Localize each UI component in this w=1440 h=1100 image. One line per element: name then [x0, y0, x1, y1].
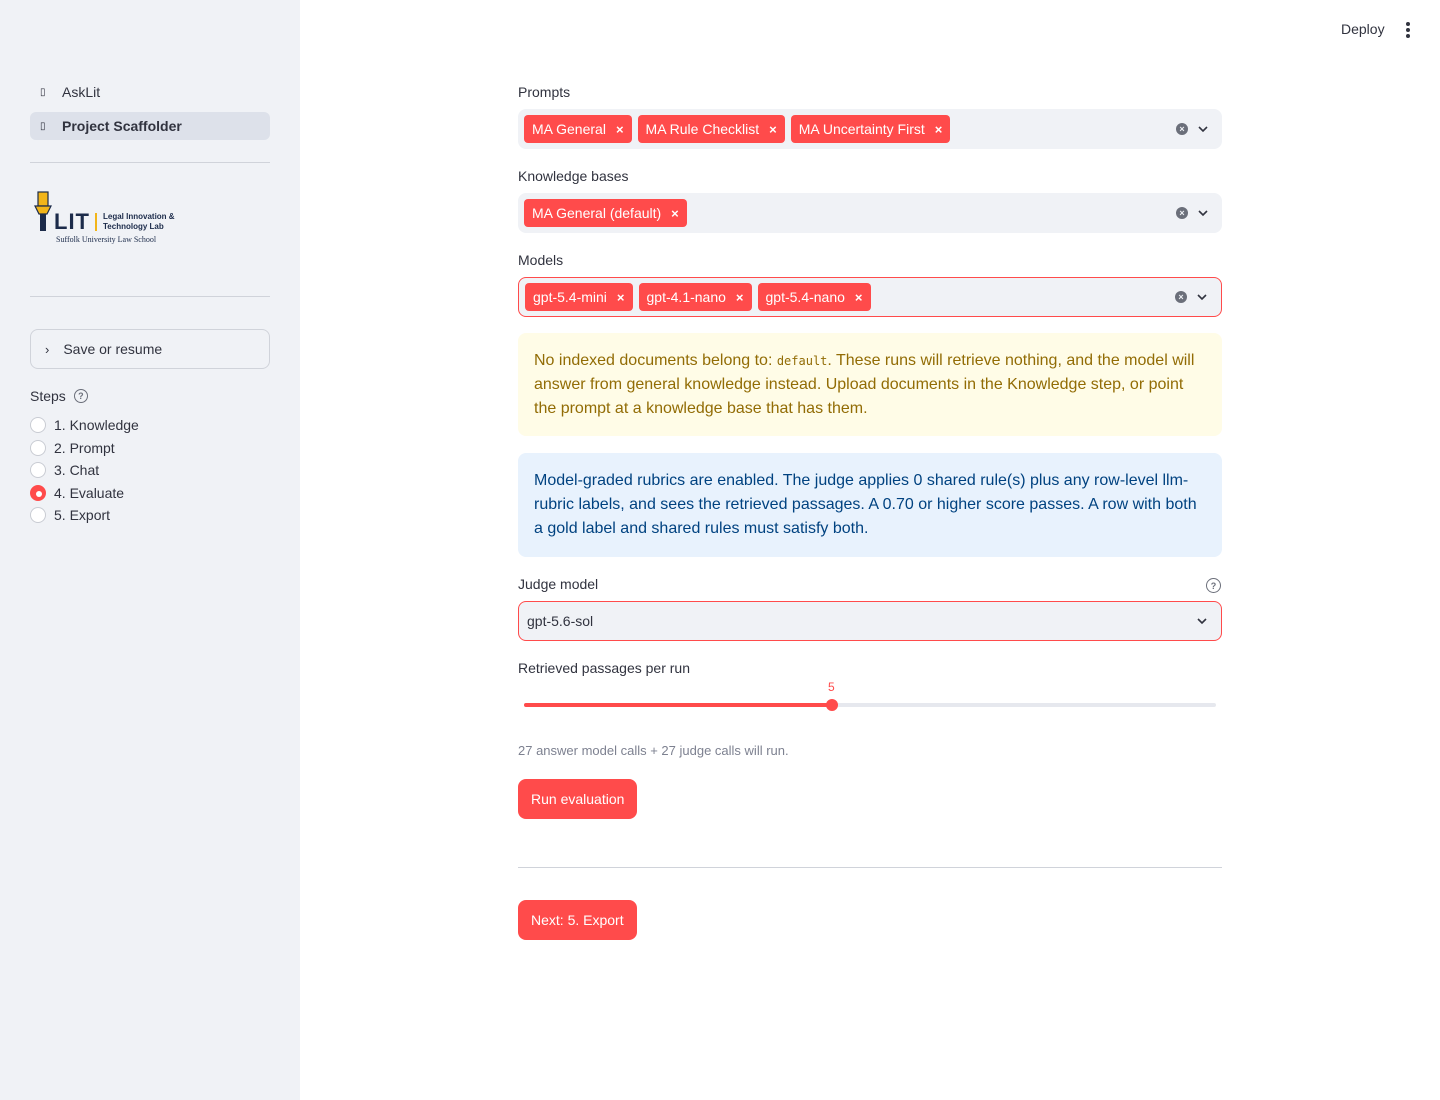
- slider-thumb[interactable]: [826, 699, 838, 711]
- chevron-down-icon[interactable]: [1197, 292, 1207, 302]
- warning-code: default: [776, 354, 828, 368]
- multiselect-controls: ×: [1176, 109, 1208, 149]
- multiselect-controls: ×: [1175, 278, 1207, 316]
- models-label: Models: [518, 252, 564, 268]
- radio-circle-icon: [30, 507, 46, 524]
- remove-tag-icon[interactable]: ×: [769, 122, 777, 137]
- page-icon: ▯: [40, 86, 46, 98]
- prompt-tag[interactable]: MA General ×: [524, 115, 632, 143]
- prompts-multiselect[interactable]: MA General × MA Rule Checklist × MA Uncert…: [518, 109, 1222, 149]
- model-tag[interactable]: gpt-5.4-mini ×: [525, 283, 633, 311]
- radio-label: 4. Evaluate: [54, 484, 125, 501]
- expander-label: Save or resume: [63, 341, 163, 357]
- chevron-right-icon: ›: [45, 341, 50, 357]
- radio-label: 5. Export: [54, 507, 111, 524]
- info-text: Model-graded rubrics are enabled. The ju…: [534, 472, 1197, 537]
- slider-track[interactable]: [524, 699, 1216, 711]
- sidebar-nav: ▯ AskLit ▯ Project Scaffolder: [30, 78, 270, 146]
- remove-tag-icon[interactable]: ×: [855, 290, 863, 305]
- radio-circle-icon: [30, 439, 46, 456]
- warning-text: No indexed documents belong to:: [534, 352, 777, 369]
- steps-label-text: Steps: [30, 388, 66, 404]
- radio-circle-icon: [30, 462, 46, 479]
- knowledge-bases-label: Knowledge bases: [518, 168, 629, 184]
- deploy-button[interactable]: Deploy: [1341, 21, 1385, 37]
- chevron-down-icon[interactable]: [1198, 124, 1208, 134]
- clear-all-icon[interactable]: ×: [1176, 207, 1188, 219]
- step-radio-evaluate[interactable]: 4. Evaluate: [30, 482, 139, 505]
- step-radio-export[interactable]: 5. Export: [30, 504, 139, 527]
- judge-model-select[interactable]: gpt-5.6-sol: [518, 601, 1222, 641]
- radio-circle-icon: [30, 417, 46, 434]
- sidebar-divider: [30, 296, 270, 297]
- next-export-button[interactable]: Next: 5. Export: [518, 900, 637, 940]
- radio-label: 2. Prompt: [54, 439, 115, 456]
- sidebar: ▯ AskLit ▯ Project Scaffolder LIT Legal …: [0, 0, 300, 1100]
- nav-item-label: Project Scaffolder: [62, 118, 182, 134]
- warning-alert: No indexed documents belong to: default.…: [518, 333, 1222, 436]
- radio-label: 3. Chat: [54, 462, 100, 479]
- save-or-resume-expander[interactable]: › Save or resume: [30, 329, 270, 369]
- prompts-label: Prompts: [518, 84, 571, 100]
- clear-all-icon[interactable]: ×: [1175, 291, 1187, 303]
- slider-fill: [524, 703, 832, 707]
- step-radio-chat[interactable]: 3. Chat: [30, 459, 139, 482]
- multiselect-controls: ×: [1176, 193, 1208, 233]
- nav-item-label: AskLit: [62, 84, 101, 100]
- remove-tag-icon[interactable]: ×: [617, 290, 625, 305]
- knowledge-base-tag[interactable]: MA General (default) ×: [524, 199, 687, 227]
- prompt-tag[interactable]: MA Uncertainty First ×: [790, 115, 951, 143]
- remove-tag-icon[interactable]: ×: [935, 122, 943, 137]
- prompt-tag[interactable]: MA Rule Checklist ×: [637, 115, 785, 143]
- chevron-down-icon: [1197, 618, 1207, 625]
- info-alert: Model-graded rubrics are enabled. The ju…: [518, 453, 1222, 557]
- logo-line2: Technology Lab: [103, 222, 164, 231]
- remove-tag-icon[interactable]: ×: [671, 206, 679, 221]
- help-icon[interactable]: ?: [73, 389, 88, 403]
- lit-logo: LIT Legal Innovation & Technology Lab Su…: [32, 190, 202, 246]
- radio-label: 1. Knowledge: [54, 417, 139, 434]
- main-divider: [518, 867, 1222, 868]
- nav-item-asklit[interactable]: ▯ AskLit: [30, 78, 270, 106]
- steps-radio-group: 1. Knowledge 2. Prompt 3. Chat 4. Evalua…: [30, 414, 139, 527]
- radio-checked-icon: [30, 484, 46, 501]
- help-icon[interactable]: ?: [1206, 578, 1221, 593]
- main-menu-icon[interactable]: [1400, 20, 1416, 40]
- step-radio-knowledge[interactable]: 1. Knowledge: [30, 414, 139, 437]
- judge-model-label: Judge model: [518, 576, 599, 592]
- logo-mark: LIT: [54, 209, 90, 234]
- knowledge-bases-multiselect[interactable]: MA General (default) × ×: [518, 193, 1222, 233]
- chevron-down-icon[interactable]: [1198, 208, 1208, 218]
- remove-tag-icon[interactable]: ×: [736, 290, 744, 305]
- page-icon: ▯: [40, 120, 46, 132]
- judge-model-value: gpt-5.6-sol: [527, 613, 594, 629]
- passages-slider-label: Retrieved passages per run: [518, 660, 690, 676]
- nav-item-project-scaffolder[interactable]: ▯ Project Scaffolder: [30, 112, 270, 140]
- sidebar-divider: [30, 162, 270, 163]
- slider-value: 5: [828, 680, 835, 694]
- remove-tag-icon[interactable]: ×: [616, 122, 624, 137]
- model-tag[interactable]: gpt-4.1-nano ×: [638, 283, 752, 311]
- run-evaluation-button[interactable]: Run evaluation: [518, 779, 638, 819]
- logo-line1: Legal Innovation &: [103, 212, 175, 221]
- model-tag[interactable]: gpt-5.4-nano ×: [757, 283, 871, 311]
- steps-label: Steps ?: [30, 388, 88, 404]
- logo-school: Suffolk University Law School: [56, 235, 157, 244]
- calls-caption: 27 answer model calls + 27 judge calls w…: [518, 743, 789, 758]
- step-radio-prompt[interactable]: 2. Prompt: [30, 437, 139, 460]
- clear-all-icon[interactable]: ×: [1176, 123, 1188, 135]
- models-multiselect[interactable]: gpt-5.4-mini × gpt-4.1-nano × gpt-5.4-nano…: [518, 277, 1222, 317]
